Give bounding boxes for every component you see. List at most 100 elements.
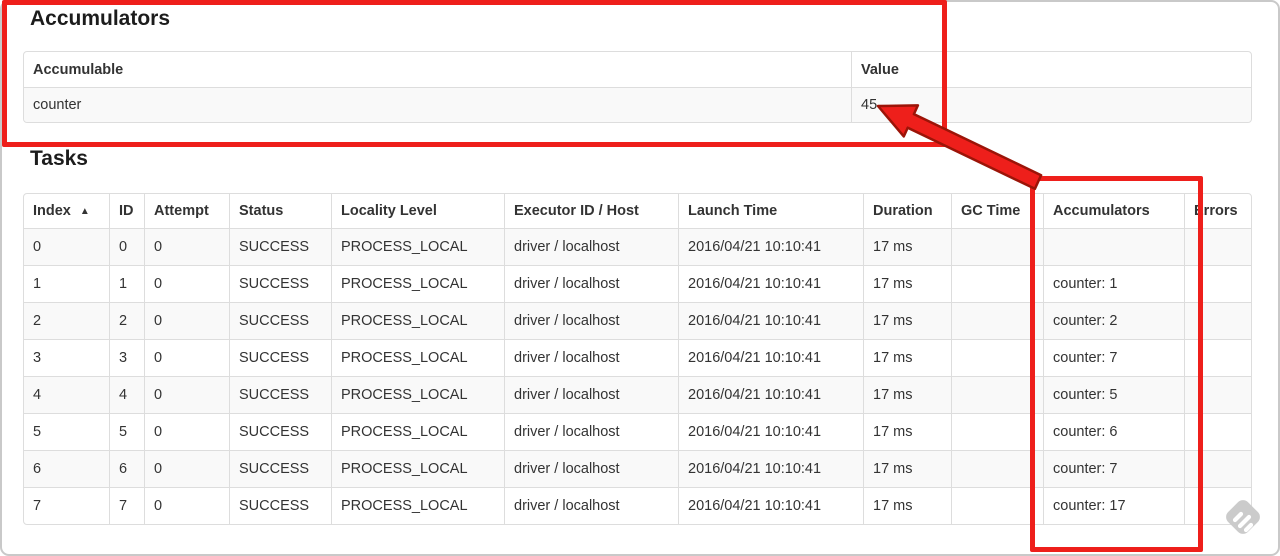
launch-time-cell: 2016/04/21 10:10:41 bbox=[678, 376, 863, 413]
index-header-label: Index bbox=[33, 203, 71, 219]
locality-level-cell: PROCESS_LOCAL bbox=[331, 413, 504, 450]
gc-time-cell bbox=[951, 487, 1043, 524]
locality-level-cell: PROCESS_LOCAL bbox=[331, 228, 504, 265]
attempt-cell: 0 bbox=[144, 228, 229, 265]
id-cell: 0 bbox=[109, 228, 144, 265]
locality-level-header-cell[interactable]: Locality Level bbox=[331, 194, 504, 228]
index-cell: 5 bbox=[24, 413, 109, 450]
status-cell: SUCCESS bbox=[229, 302, 331, 339]
locality-level-cell: PROCESS_LOCAL bbox=[331, 450, 504, 487]
tasks-table-header-row: Index ▲ ID Attempt Status Locality Level … bbox=[24, 194, 1251, 228]
accumulators-cell: counter: 2 bbox=[1043, 302, 1184, 339]
launch-time-cell: 2016/04/21 10:10:41 bbox=[678, 265, 863, 302]
attempt-cell: 0 bbox=[144, 413, 229, 450]
launch-time-header-cell[interactable]: Launch Time bbox=[678, 194, 863, 228]
accumulators-cell: counter: 7 bbox=[1043, 339, 1184, 376]
id-cell: 7 bbox=[109, 487, 144, 524]
accumulators-section-heading: Accumulators bbox=[30, 7, 171, 30]
accumulable-header-cell[interactable]: Accumulable bbox=[24, 52, 851, 87]
executor-id-host-cell: driver / localhost bbox=[504, 413, 678, 450]
task-row: 0 0 0 SUCCESS PROCESS_LOCAL driver / loc… bbox=[24, 228, 1251, 265]
executor-id-host-cell: driver / localhost bbox=[504, 487, 678, 524]
locality-level-cell: PROCESS_LOCAL bbox=[331, 302, 504, 339]
index-cell: 2 bbox=[24, 302, 109, 339]
status-cell: SUCCESS bbox=[229, 376, 331, 413]
duration-cell: 17 ms bbox=[863, 265, 951, 302]
gc-time-header-cell[interactable]: GC Time bbox=[951, 194, 1043, 228]
errors-cell bbox=[1184, 413, 1251, 450]
task-row: 3 3 0 SUCCESS PROCESS_LOCAL driver / loc… bbox=[24, 339, 1251, 376]
attempt-header-cell[interactable]: Attempt bbox=[144, 194, 229, 228]
index-cell: 3 bbox=[24, 339, 109, 376]
index-cell: 7 bbox=[24, 487, 109, 524]
attempt-cell: 0 bbox=[144, 450, 229, 487]
index-cell: 4 bbox=[24, 376, 109, 413]
locality-level-cell: PROCESS_LOCAL bbox=[331, 487, 504, 524]
id-cell: 5 bbox=[109, 413, 144, 450]
gc-time-cell bbox=[951, 302, 1043, 339]
task-row: 4 4 0 SUCCESS PROCESS_LOCAL driver / loc… bbox=[24, 376, 1251, 413]
value-header-cell[interactable]: Value bbox=[851, 52, 1251, 87]
executor-id-host-cell: driver / localhost bbox=[504, 302, 678, 339]
task-row: 1 1 0 SUCCESS PROCESS_LOCAL driver / loc… bbox=[24, 265, 1251, 302]
errors-header-cell[interactable]: Errors bbox=[1184, 194, 1251, 228]
tasks-section-heading: Tasks bbox=[30, 147, 88, 170]
errors-cell bbox=[1184, 339, 1251, 376]
accumulable-value-cell: 45 bbox=[851, 87, 1251, 122]
id-cell: 1 bbox=[109, 265, 144, 302]
status-header-cell[interactable]: Status bbox=[229, 194, 331, 228]
accumulators-cell: counter: 5 bbox=[1043, 376, 1184, 413]
status-cell: SUCCESS bbox=[229, 339, 331, 376]
duration-cell: 17 ms bbox=[863, 376, 951, 413]
launch-time-cell: 2016/04/21 10:10:41 bbox=[678, 413, 863, 450]
launch-time-cell: 2016/04/21 10:10:41 bbox=[678, 487, 863, 524]
accumulators-cell: counter: 7 bbox=[1043, 450, 1184, 487]
duration-header-cell[interactable]: Duration bbox=[863, 194, 951, 228]
status-cell: SUCCESS bbox=[229, 487, 331, 524]
locality-level-cell: PROCESS_LOCAL bbox=[331, 376, 504, 413]
index-cell: 1 bbox=[24, 265, 109, 302]
status-cell: SUCCESS bbox=[229, 265, 331, 302]
executor-id-host-cell: driver / localhost bbox=[504, 339, 678, 376]
index-cell: 0 bbox=[24, 228, 109, 265]
status-cell: SUCCESS bbox=[229, 228, 331, 265]
locality-level-cell: PROCESS_LOCAL bbox=[331, 265, 504, 302]
id-cell: 4 bbox=[109, 376, 144, 413]
gc-time-cell bbox=[951, 376, 1043, 413]
task-row: 2 2 0 SUCCESS PROCESS_LOCAL driver / loc… bbox=[24, 302, 1251, 339]
id-cell: 2 bbox=[109, 302, 144, 339]
executor-id-host-cell: driver / localhost bbox=[504, 450, 678, 487]
errors-cell bbox=[1184, 228, 1251, 265]
accumulable-name-cell: counter bbox=[24, 87, 851, 122]
accumulators-header-cell[interactable]: Accumulators bbox=[1043, 194, 1184, 228]
executor-id-host-header-cell[interactable]: Executor ID / Host bbox=[504, 194, 678, 228]
locality-level-cell: PROCESS_LOCAL bbox=[331, 339, 504, 376]
launch-time-cell: 2016/04/21 10:10:41 bbox=[678, 228, 863, 265]
status-cell: SUCCESS bbox=[229, 413, 331, 450]
attempt-cell: 0 bbox=[144, 265, 229, 302]
gc-time-cell bbox=[951, 339, 1043, 376]
task-row: 5 5 0 SUCCESS PROCESS_LOCAL driver / loc… bbox=[24, 413, 1251, 450]
duration-cell: 17 ms bbox=[863, 487, 951, 524]
index-header-cell[interactable]: Index ▲ bbox=[24, 194, 109, 228]
feedly-watermark-icon bbox=[1226, 500, 1260, 534]
task-row: 6 6 0 SUCCESS PROCESS_LOCAL driver / loc… bbox=[24, 450, 1251, 487]
accumulable-row: counter 45 bbox=[24, 87, 1251, 122]
executor-id-host-cell: driver / localhost bbox=[504, 265, 678, 302]
gc-time-cell bbox=[951, 450, 1043, 487]
attempt-cell: 0 bbox=[144, 302, 229, 339]
launch-time-cell: 2016/04/21 10:10:41 bbox=[678, 302, 863, 339]
id-cell: 6 bbox=[109, 450, 144, 487]
status-cell: SUCCESS bbox=[229, 450, 331, 487]
executor-id-host-cell: driver / localhost bbox=[504, 228, 678, 265]
accumulable-table: Accumulable Value counter 45 bbox=[23, 51, 1252, 123]
gc-time-cell bbox=[951, 413, 1043, 450]
errors-cell bbox=[1184, 302, 1251, 339]
launch-time-cell: 2016/04/21 10:10:41 bbox=[678, 339, 863, 376]
attempt-cell: 0 bbox=[144, 339, 229, 376]
index-cell: 6 bbox=[24, 450, 109, 487]
errors-cell bbox=[1184, 450, 1251, 487]
id-header-cell[interactable]: ID bbox=[109, 194, 144, 228]
executor-id-host-cell: driver / localhost bbox=[504, 376, 678, 413]
duration-cell: 17 ms bbox=[863, 228, 951, 265]
